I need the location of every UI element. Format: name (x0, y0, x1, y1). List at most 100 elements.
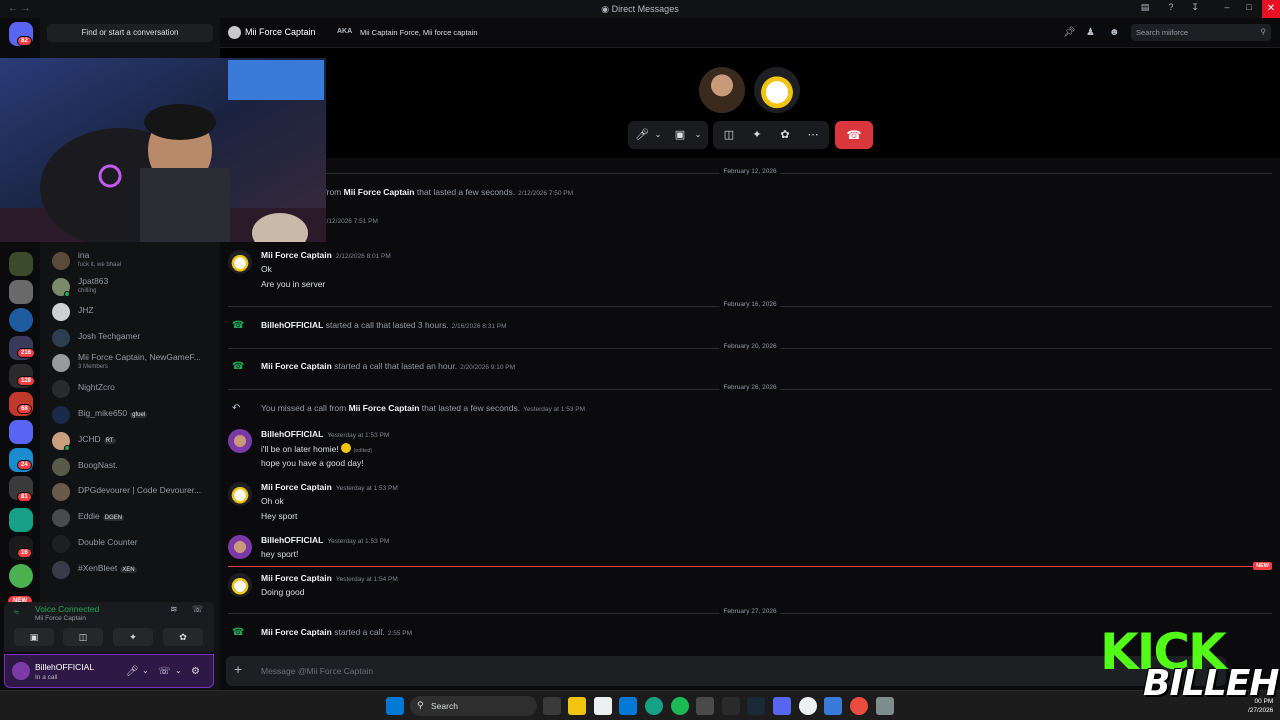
chevron-down-icon[interactable]: ⌄ (652, 121, 664, 149)
message-timestamp: Yesterday at 1:53 PM (327, 432, 390, 439)
microphone-icon[interactable]: 🎤︎ (126, 666, 139, 677)
dm-item[interactable]: BoogNast. (50, 455, 218, 479)
download-icon[interactable]: ↧ (1186, 2, 1204, 16)
dm-item[interactable]: Big_mike650 gfuel (50, 403, 218, 427)
minimize-button[interactable]: – (1218, 2, 1236, 16)
profile-icon[interactable]: ☻ (1109, 27, 1120, 38)
avatar[interactable] (228, 482, 252, 506)
app-icon[interactable] (696, 697, 714, 715)
avatar[interactable] (228, 573, 252, 597)
window-title: ◉ Direct Messages (601, 4, 679, 14)
inbox-icon[interactable]: ▤ (1136, 2, 1154, 16)
dm-item[interactable]: Jpat863 chilling (50, 275, 218, 299)
soundboard-button[interactable]: ✿ (163, 628, 203, 646)
new-badge: NEW (1253, 562, 1272, 570)
search-input[interactable]: Search miiforce ⚲ (1131, 24, 1271, 41)
message-timestamp: 2/12/2026 8:01 PM (335, 253, 391, 260)
avatar[interactable] (228, 535, 252, 559)
missed-call-icon: ↶ (232, 403, 241, 414)
app-icon[interactable] (722, 697, 740, 715)
app-icon[interactable] (799, 697, 817, 715)
task-view-icon[interactable] (543, 697, 561, 715)
maximize-button[interactable]: □ (1240, 2, 1258, 16)
avatar (52, 252, 70, 270)
message-composer[interactable]: + Message @Mii Force Captain (226, 656, 1226, 686)
user-name: BillehOFFICIAL (35, 662, 95, 672)
avatar (228, 26, 241, 39)
message-input[interactable]: Message @Mii Force Captain (261, 666, 373, 676)
disconnect-icon[interactable]: ☏ (192, 604, 203, 615)
camera-off-button[interactable]: ▣ (666, 121, 694, 149)
message-author[interactable]: Mii Force Captain (261, 482, 332, 492)
chevron-down-icon[interactable]: ⌄ (142, 666, 149, 675)
dm-item[interactable]: ina fuck it, we bhaal (50, 249, 218, 273)
date-divider: February 26, 2026 (228, 384, 1272, 391)
end-call-button[interactable]: ☎ (835, 121, 873, 149)
discord-icon[interactable] (773, 697, 791, 715)
server-icon[interactable] (9, 252, 33, 276)
dm-item[interactable]: Mii Force Captain, NewGameF... 3 Members (50, 351, 218, 375)
avatar[interactable] (12, 662, 30, 680)
server-icon[interactable] (9, 308, 33, 332)
dm-item[interactable]: #XenBleet XEN (50, 558, 218, 582)
dm-item[interactable]: JCHD RT (50, 429, 218, 453)
date-divider: February 12, 2026 (228, 168, 1272, 175)
dm-item[interactable]: Eddie DGEN (50, 506, 218, 530)
server-icon[interactable] (9, 420, 33, 444)
message-author[interactable]: BillehOFFICIAL (261, 429, 323, 439)
avatar[interactable] (228, 250, 252, 274)
start-icon[interactable] (386, 697, 404, 715)
server-icon[interactable] (9, 280, 33, 304)
taskbar-search[interactable]: ⚲ Search (410, 696, 537, 716)
app-icon[interactable] (824, 697, 842, 715)
edge-icon[interactable] (645, 697, 663, 715)
noise-suppression-icon[interactable]: ≋ (170, 604, 178, 615)
message-author[interactable]: BillehOFFICIAL (261, 535, 323, 545)
avatar (52, 483, 70, 501)
pin-icon[interactable]: 📌︎ (1063, 27, 1076, 38)
user-panel: BillehOFFICIAL In a call 🎤︎ ⌄ ☏ ⌄ ⚙ (4, 654, 214, 688)
mail-icon[interactable] (619, 697, 637, 715)
more-options-icon[interactable]: ⋯ (799, 121, 827, 149)
activities-button[interactable]: ✦ (113, 628, 153, 646)
add-friends-icon[interactable]: ♟ (1086, 27, 1095, 38)
help-icon[interactable]: ? (1162, 2, 1180, 16)
avatar[interactable] (228, 429, 252, 453)
message-author[interactable]: Mii Force Captain (261, 250, 332, 260)
activities-button[interactable]: ✦ (743, 121, 771, 149)
participant-avatar[interactable] (699, 67, 745, 113)
app-icon[interactable] (594, 697, 612, 715)
avatar (52, 329, 70, 347)
headphones-icon[interactable]: ☏ (158, 666, 171, 677)
soundboard-button[interactable]: ✿ (771, 121, 799, 149)
screen-share-button[interactable]: ◫ (63, 628, 103, 646)
system-message: 2/12/2026 7:51 PM (323, 218, 378, 225)
message-timestamp: Yesterday at 1:53 PM (327, 538, 390, 545)
dm-item[interactable]: JHZ (50, 300, 218, 324)
signal-icon: ≈ (14, 607, 19, 617)
file-explorer-icon[interactable] (568, 697, 586, 715)
voice-channel: Mii Force Captain (35, 615, 86, 622)
dm-item[interactable]: Josh Techgamer (50, 326, 218, 350)
chevron-down-icon[interactable]: ⌄ (692, 121, 704, 149)
dm-item[interactable]: DPGdevourer | Code Devourer... (50, 480, 218, 504)
message-author[interactable]: Mii Force Captain (261, 573, 332, 583)
server-icon[interactable] (9, 508, 33, 532)
chrome-icon[interactable] (850, 697, 868, 715)
participant-avatar[interactable] (754, 67, 800, 113)
find-conversation-button[interactable]: Find or start a conversation (47, 24, 213, 42)
dm-item[interactable]: NightZcro (50, 377, 218, 401)
dm-item[interactable]: Double Counter (50, 532, 218, 556)
dm-name: Big_mike650 gfuel (78, 408, 148, 418)
spotify-icon[interactable] (671, 697, 689, 715)
chevron-down-icon[interactable]: ⌄ (175, 666, 182, 675)
camera-off-button[interactable]: ▣ (14, 628, 54, 646)
close-button[interactable]: ✕ (1262, 0, 1280, 18)
server-icon[interactable] (9, 564, 33, 588)
steam-icon[interactable] (747, 697, 765, 715)
voice-status: Voice Connected (35, 604, 100, 614)
gear-icon[interactable]: ⚙ (191, 666, 200, 677)
add-attachment-icon[interactable]: + (234, 661, 242, 677)
settings-icon[interactable] (876, 697, 894, 715)
screen-share-button[interactable]: ◫ (715, 121, 743, 149)
